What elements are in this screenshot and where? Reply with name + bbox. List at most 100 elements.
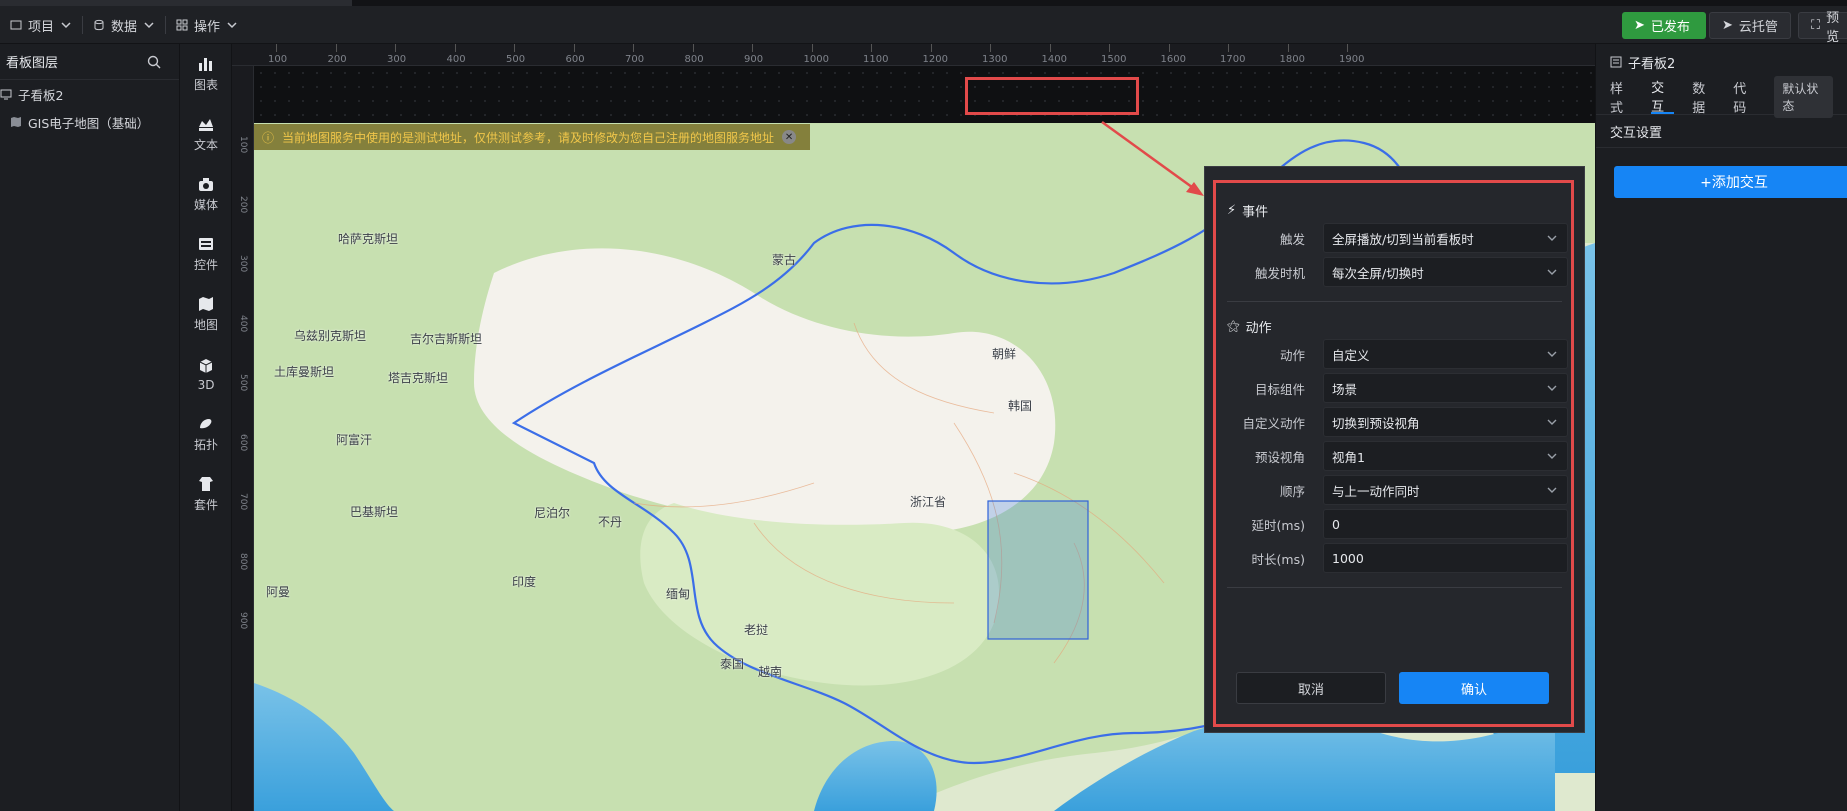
- map-place-label: 朝鲜: [992, 347, 1017, 361]
- ruler-tick-label: 600: [565, 54, 585, 65]
- map-place-label: 泰国: [720, 657, 745, 671]
- ruler-tick-label: 1400: [1041, 54, 1067, 65]
- horizontal-ruler: 100 200 300 400 500 600 700 800 900 1000 1100 1200 1…: [232, 44, 1595, 66]
- ruler-tick-label: 1800: [1279, 54, 1305, 65]
- ruler-tick-line: [1287, 44, 1289, 52]
- layer-item-label: 子看板2: [18, 87, 64, 103]
- ruler-tick-line: [514, 44, 515, 52]
- component-chart[interactable]: 图表: [180, 44, 232, 104]
- layer-item-subboard[interactable]: 子看板2: [0, 80, 179, 108]
- kit-icon: [199, 477, 213, 491]
- map-place-label: 吉尔吉斯斯坦: [410, 332, 483, 346]
- chart-icon: [199, 58, 212, 71]
- menu-project[interactable]: 项目: [0, 3, 82, 47]
- component-topology[interactable]: 拓扑: [180, 404, 232, 464]
- component-label: 3D: [197, 377, 215, 392]
- ruler-tick-label: 500: [238, 374, 248, 392]
- ruler-tick-label: 1000: [803, 54, 829, 65]
- add-interaction-button[interactable]: +添加交互: [1614, 166, 1847, 198]
- ruler-tick-label: 900: [238, 612, 248, 630]
- map-place-label: 蒙古: [772, 253, 797, 267]
- project-icon: [10, 20, 22, 30]
- ruler-tick-label: 200: [327, 54, 347, 65]
- vertical-ruler: 100 200 300 400 500 600 700 800 900: [232, 66, 254, 811]
- map-place-label: 韩国: [1008, 399, 1033, 413]
- menu-operation[interactable]: 操作: [166, 3, 248, 47]
- ruler-tick-line: [1228, 44, 1229, 52]
- component-label: 套件: [193, 498, 218, 512]
- preview-button[interactable]: ⛶ 预览: [1798, 11, 1847, 45]
- send-icon: ➤: [1634, 18, 1645, 33]
- layer-item-label: GIS电子地图（基础）: [28, 115, 150, 131]
- component-control[interactable]: 控件: [180, 224, 232, 284]
- ruler-tick-line: [871, 44, 872, 52]
- ruler-tick-label: 400: [446, 54, 466, 65]
- send-icon: ➤: [1722, 18, 1733, 33]
- component-media[interactable]: 媒体: [180, 164, 232, 224]
- chevron-down-icon: [61, 22, 71, 29]
- ruler-tick-line: [990, 44, 991, 52]
- board-icon: [1610, 56, 1622, 68]
- map-place-label: 乌兹别克斯坦: [294, 329, 367, 343]
- ruler-tick-line: [633, 44, 634, 52]
- default-state-select[interactable]: 默认状态: [1774, 76, 1833, 118]
- cloud-hosting-button[interactable]: ➤ 云托管: [1709, 12, 1791, 39]
- menu-data[interactable]: 数据: [83, 3, 165, 47]
- component-kit[interactable]: 套件: [180, 464, 232, 524]
- chevron-down-icon: [227, 22, 237, 29]
- map-place-label: 越南: [758, 665, 783, 679]
- component-label: 媒体: [193, 198, 218, 212]
- component-bar: 图表 文本 媒体 控件 地图 3D 拓扑 套件: [180, 44, 232, 811]
- ruler-tick-line: [930, 44, 932, 52]
- ruler-tick-label: 1100: [863, 54, 889, 65]
- control-icon: [199, 238, 213, 250]
- map-place-label: 不丹: [598, 515, 623, 529]
- preview-label: 预览: [1826, 10, 1840, 45]
- component-text[interactable]: 文本: [180, 104, 232, 164]
- tab-style[interactable]: 样式: [1610, 80, 1633, 116]
- map-place-label: 哈萨克斯坦: [338, 232, 399, 246]
- close-icon[interactable]: ✕: [782, 130, 797, 144]
- component-map[interactable]: 地图: [180, 284, 232, 344]
- ruler-tick-line: [1168, 44, 1170, 52]
- property-tabs: 样式 交互 数据 代码 默认状态: [1596, 76, 1847, 118]
- chevron-down-icon: [144, 22, 154, 29]
- search-icon[interactable]: [147, 55, 161, 69]
- grid-icon: [176, 19, 188, 31]
- ruler-tick-line: [395, 44, 396, 52]
- ruler-tick-label: 300: [238, 255, 248, 273]
- map-place-label: 巴基斯坦: [350, 505, 399, 519]
- published-button[interactable]: ➤ 已发布: [1622, 12, 1706, 39]
- map-warning-text: 当前地图服务中使用的是测试地址，仅供测试参考，请及时修改为您自己注册的地图服务地…: [282, 130, 775, 145]
- topology-icon: [200, 419, 212, 429]
- media-icon: [199, 178, 213, 191]
- tab-interaction[interactable]: 交互: [1651, 80, 1675, 115]
- interaction-settings-header: 交互设置: [1596, 114, 1847, 148]
- ruler-tick-label: 100: [238, 136, 248, 154]
- fullscreen-icon: ⛶: [1811, 18, 1821, 33]
- component-label: 控件: [193, 258, 218, 272]
- component-label: 图表: [193, 78, 218, 92]
- component-3d[interactable]: 3D: [180, 344, 232, 404]
- published-label: 已发布: [1650, 20, 1690, 35]
- map-place-label: 土库曼斯坦: [274, 365, 335, 379]
- layer-panel: 看板图层 子看板2 GIS电子地图（基础）: [0, 44, 180, 811]
- highlight-box: [965, 77, 1139, 115]
- ruler-tick-line: [335, 44, 337, 52]
- ruler-tick-label: 200: [238, 195, 248, 213]
- tab-code[interactable]: 代码: [1733, 80, 1756, 116]
- ruler-tick-label: 700: [238, 493, 248, 511]
- map-icon: [199, 297, 213, 311]
- ruler-tick-label: 600: [238, 433, 248, 451]
- map-place-label: 阿富汗: [336, 433, 373, 447]
- text-icon: [199, 119, 213, 131]
- pointer-arrow: [1101, 120, 1204, 196]
- ruler-tick-line: [1109, 44, 1110, 52]
- ruler-tick-label: 1200: [922, 54, 948, 65]
- ruler-tick-line: [276, 44, 277, 52]
- layer-panel-title: 看板图层: [6, 56, 59, 71]
- property-panel: 子看板2 样式 交互 数据 代码 默认状态 交互设置 +添加交互: [1595, 44, 1847, 811]
- layer-item-gis-map[interactable]: GIS电子地图（基础）: [0, 108, 179, 136]
- ruler-tick-line: [692, 44, 694, 52]
- tab-data[interactable]: 数据: [1692, 80, 1715, 116]
